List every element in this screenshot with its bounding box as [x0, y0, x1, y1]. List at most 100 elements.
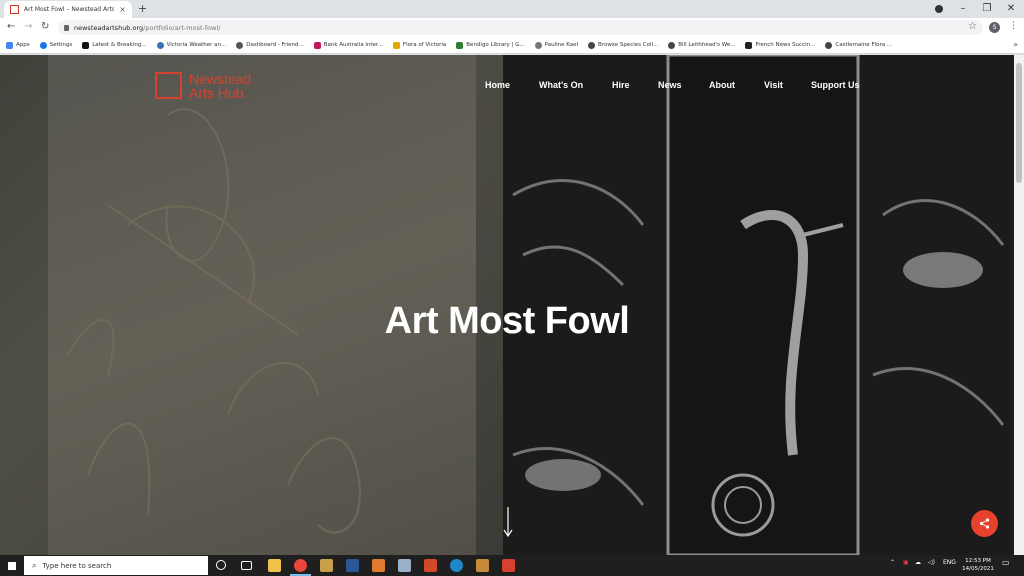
lock-icon [64, 24, 69, 31]
web-page: Newstead Arts Hub. Home What's On Hire N… [0, 55, 1014, 555]
scroll-down-arrow-icon[interactable] [503, 507, 513, 537]
bookmark-label: Dashboard - Friend... [246, 42, 304, 48]
site-favicon-icon [10, 5, 19, 14]
bookmark-item[interactable]: Victoria Weather an... [156, 41, 226, 49]
site-logo[interactable]: Newstead Arts Hub. [155, 72, 251, 100]
browser-tab[interactable]: Art Most Fowl – Newstead Arts H × [4, 1, 132, 18]
tab-close-icon[interactable]: × [119, 5, 126, 14]
bookmark-item[interactable]: French News Succin... [745, 41, 816, 49]
globe-icon [825, 41, 833, 49]
notifications-icon[interactable]: ▭ [1002, 558, 1010, 567]
nav-hire[interactable]: Hire [612, 80, 658, 90]
reload-icon[interactable]: ↻ [41, 20, 49, 34]
weather-icon [156, 41, 164, 49]
windows-taskbar: ⌕ Type here to search ⌃ ▣ ☁ ◁) ENG 12:53… [0, 555, 1024, 576]
flora-icon [392, 41, 400, 49]
bookmark-star-icon[interactable]: ☆ [968, 21, 977, 32]
url-path: /portfolio/art-most-fowl/ [143, 23, 221, 32]
search-icon: ⌕ [32, 560, 37, 570]
bookmark-item[interactable]: Dashboard - Friend... [236, 41, 304, 49]
app-icon[interactable] [424, 559, 437, 572]
forward-arrow-icon[interactable]: → [24, 20, 32, 34]
onedrive-icon[interactable]: ☁ [915, 559, 921, 566]
profile-avatar[interactable]: S [989, 22, 1000, 33]
news-icon [82, 41, 90, 49]
bookmark-item[interactable]: Apps [6, 41, 30, 49]
browser-tab-strip: Art Most Fowl – Newstead Arts H × + – ❐ … [0, 0, 1024, 18]
nav-support-us[interactable]: Support Us [811, 80, 871, 90]
extension-icon[interactable] [935, 5, 943, 13]
language-indicator[interactable]: ENG [943, 559, 956, 566]
bookmark-label: French News Succin... [755, 42, 816, 48]
minimize-button[interactable]: – [952, 2, 974, 16]
word-icon[interactable] [346, 559, 359, 572]
bookmark-item[interactable]: Flora of Victoria [392, 41, 446, 49]
app-icon[interactable] [372, 559, 385, 572]
settings-gear-icon [39, 41, 47, 49]
bookmark-item[interactable]: Settings [39, 41, 73, 49]
chrome-icon[interactable] [294, 559, 307, 572]
page-scrollbar[interactable] [1014, 55, 1024, 555]
back-arrow-icon[interactable]: ← [7, 20, 15, 34]
start-button[interactable] [0, 555, 24, 576]
nav-about[interactable]: About [709, 80, 764, 90]
library-icon [456, 41, 464, 49]
app-icon[interactable] [398, 559, 411, 572]
bookmark-item[interactable]: Bill Leithhead's We... [668, 41, 736, 49]
browser-menu-icon[interactable]: ⋮ [1009, 21, 1018, 31]
nav-visit[interactable]: Visit [764, 80, 811, 90]
taskbar-clock[interactable]: 12:53 PM 14/05/2021 [958, 557, 998, 573]
task-view-icon[interactable] [241, 561, 252, 570]
clock-date: 14/05/2021 [962, 566, 994, 572]
share-icon [979, 518, 990, 529]
nav-whats-on[interactable]: What's On [539, 80, 612, 90]
bookmarks-bar: Apps Settings Latest & Breaking... Victo… [0, 37, 1024, 54]
bookmark-item[interactable]: Bendigo Library | G... [456, 41, 525, 49]
site-nav: Home What's On Hire News About Visit Sup… [485, 80, 871, 90]
news-icon [745, 41, 753, 49]
windows-logo-icon [8, 561, 16, 570]
logo-square-icon [155, 72, 182, 99]
logo-line-1: Newstead [189, 71, 252, 87]
bookmark-label: Browse Species Coll... [598, 42, 659, 48]
bookmark-label: Latest & Breaking... [92, 42, 147, 48]
bookmark-label: Bill Leithhead's We... [678, 42, 736, 48]
apps-grid-icon [6, 41, 13, 49]
url-text: newsteadartshub.org/portfolio/art-most-f… [74, 24, 220, 32]
bookmark-label: Settings [49, 42, 73, 48]
nav-news[interactable]: News [658, 80, 709, 90]
nav-home[interactable]: Home [485, 80, 539, 90]
office-icon[interactable] [502, 559, 515, 572]
close-window-button[interactable]: ✕ [1000, 2, 1022, 16]
bookmark-label: Bendigo Library | G... [466, 42, 525, 48]
bookmark-item[interactable]: Castlemaine Flora ... [825, 41, 892, 49]
globe-icon [668, 41, 676, 49]
bookmark-item[interactable]: Latest & Breaking... [82, 41, 147, 49]
taskbar-search-box[interactable]: ⌕ Type here to search [24, 556, 208, 575]
cortana-icon[interactable] [216, 560, 226, 570]
bookmark-item[interactable]: Browse Species Coll... [588, 41, 659, 49]
scrollbar-thumb[interactable] [1016, 63, 1022, 183]
bookmark-item[interactable]: Bank Australia inter... [313, 41, 383, 49]
tray-chevron-icon[interactable]: ⌃ [890, 559, 895, 566]
tab-title: Art Most Fowl – Newstead Arts H [24, 6, 115, 13]
share-button[interactable] [971, 510, 998, 537]
volume-icon[interactable]: ◁) [928, 559, 935, 566]
edge-icon[interactable] [450, 559, 463, 572]
page-title: Art Most Fowl [384, 300, 630, 342]
globe-icon [534, 41, 542, 49]
store-icon[interactable] [320, 559, 333, 572]
clock-time: 12:53 PM [965, 558, 991, 564]
bank-icon [313, 41, 321, 49]
tray-app-icon[interactable]: ▣ [903, 559, 909, 566]
new-tab-button[interactable]: + [138, 2, 147, 16]
app-icon[interactable] [476, 559, 489, 572]
bookmark-item[interactable]: Pauline Kael [534, 41, 578, 49]
bookmarks-overflow-icon[interactable]: » [1013, 40, 1018, 49]
url-host: newsteadartshub.org [74, 23, 144, 32]
restore-button[interactable]: ❐ [976, 2, 998, 16]
file-explorer-icon[interactable] [268, 559, 281, 572]
address-bar[interactable]: newsteadartshub.org/portfolio/art-most-f… [58, 20, 983, 35]
browser-toolbar: ← → ↻ newsteadartshub.org/portfolio/art-… [0, 18, 1024, 37]
globe-icon [588, 41, 596, 49]
